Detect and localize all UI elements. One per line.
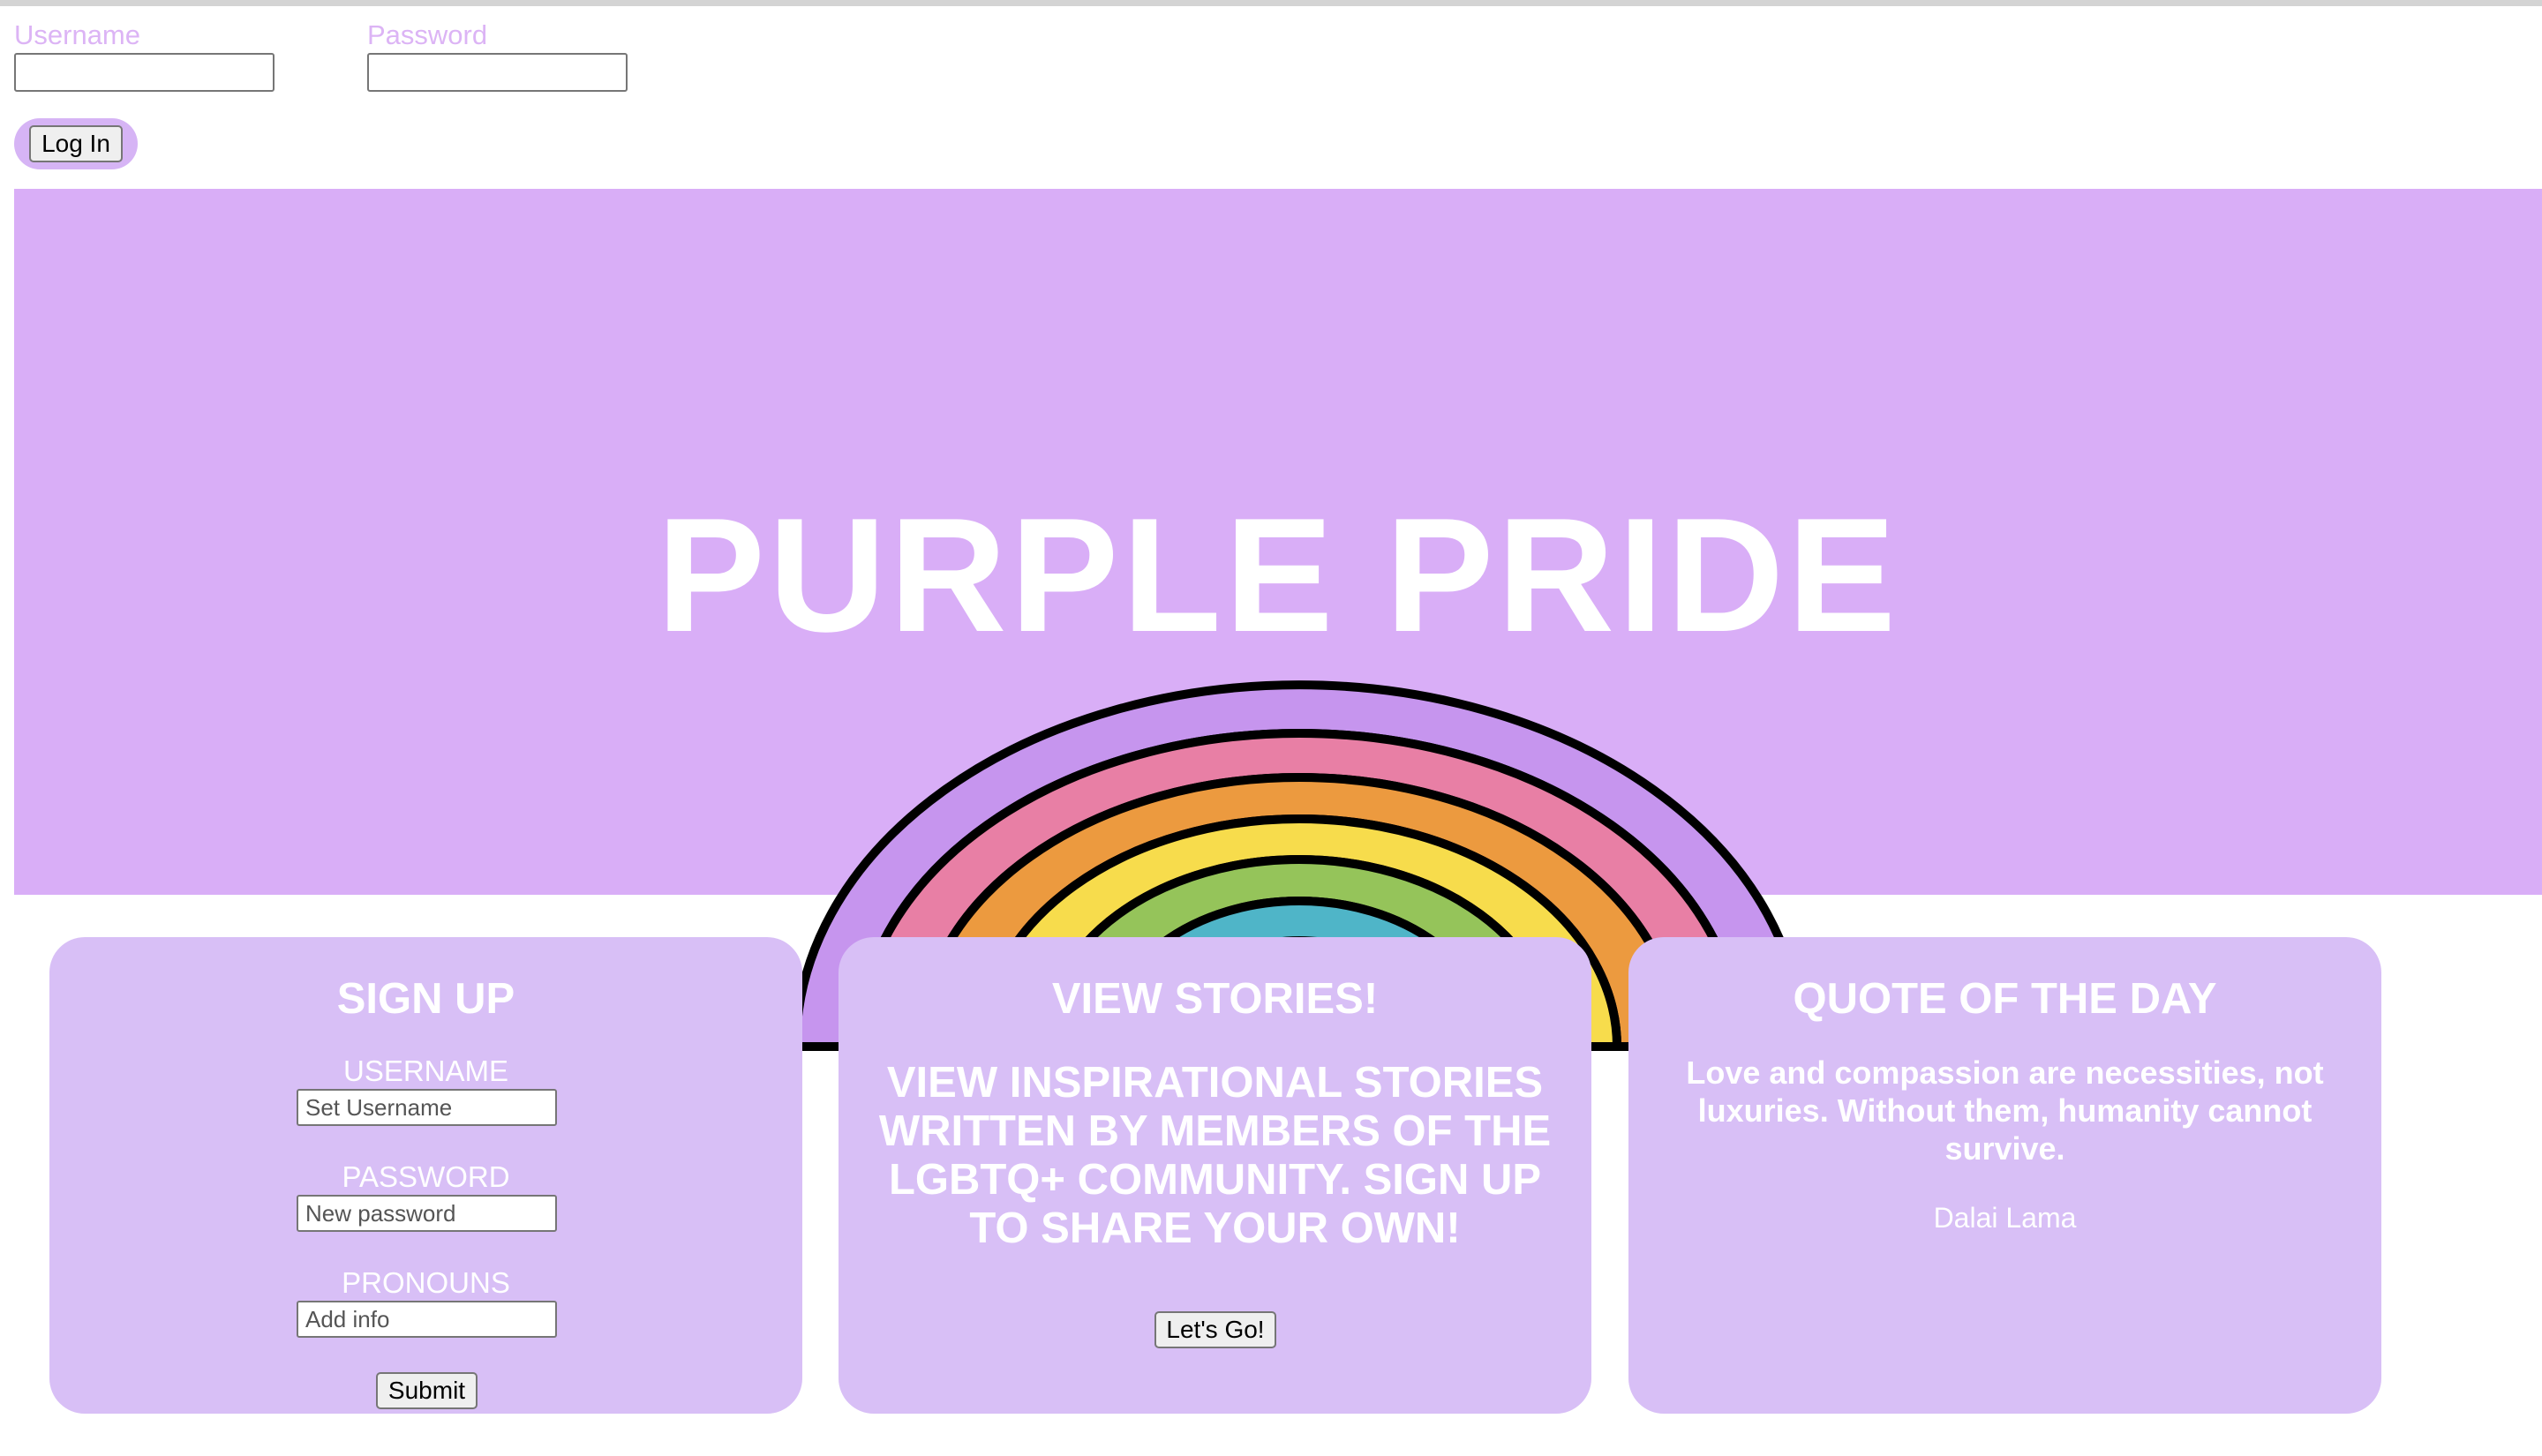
quote-card: QUOTE OF THE DAY Love and compassion are… — [1628, 937, 2381, 1414]
signup-pronouns-label: PRONOUNS — [342, 1266, 510, 1299]
signup-username-label: USERNAME — [342, 1054, 509, 1087]
signup-password-input[interactable] — [297, 1195, 557, 1232]
signup-card: SIGN UP USERNAME PASSWORD PRONOUNS Submi… — [49, 937, 802, 1414]
top-border — [0, 0, 2542, 6]
password-label: Password — [367, 19, 488, 50]
hero-banner: PURPLE PRIDE — [14, 189, 2542, 1051]
submit-button[interactable]: Submit — [376, 1372, 478, 1409]
quote-title: QUOTE OF THE DAY — [1793, 975, 2217, 1023]
lets-go-button[interactable]: Let's Go! — [1154, 1311, 1276, 1348]
username-input[interactable] — [14, 53, 275, 92]
signup-pronouns-input[interactable] — [297, 1301, 557, 1338]
username-label: Username — [14, 19, 140, 50]
quote-author: Dalai Lama — [1933, 1202, 2077, 1234]
stories-card: VIEW STORIES! VIEW INSPIRATIONAL STORIES… — [839, 937, 1591, 1414]
quote-text: Love and compassion are necessities, not… — [1686, 1054, 2324, 1167]
signup-title: SIGN UP — [336, 975, 515, 1023]
stories-title: VIEW STORIES! — [1051, 975, 1379, 1023]
signup-password-label: PASSWORD — [342, 1160, 510, 1193]
login-button[interactable]: Log In — [29, 125, 123, 162]
signup-username-input[interactable] — [297, 1089, 557, 1126]
login-button-container: Log In — [14, 118, 138, 169]
stories-description: VIEW INSPIRATIONAL STORIES WRITTEN BY ME… — [878, 1059, 1552, 1252]
site-title: PURPLE PRIDE — [657, 484, 1899, 665]
password-input[interactable] — [367, 53, 628, 92]
